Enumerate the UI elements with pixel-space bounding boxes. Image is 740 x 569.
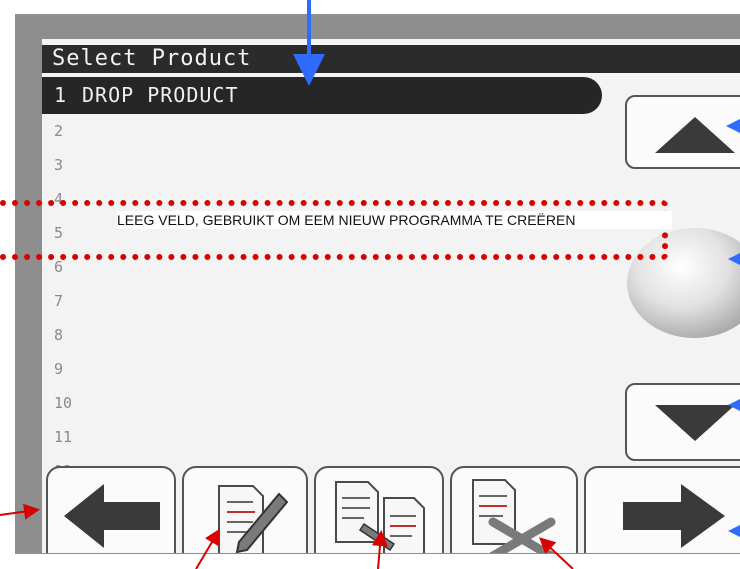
row-number: 1 <box>54 83 68 107</box>
row-number: 10 <box>54 394 73 412</box>
product-row-1[interactable]: 1 DROP PRODUCT <box>42 77 602 114</box>
row-number: 11 <box>54 428 73 446</box>
product-row-11[interactable]: 11 <box>42 420 622 454</box>
edit-button[interactable] <box>182 466 308 553</box>
product-row-8[interactable]: 8 <box>42 318 622 352</box>
row-number: 2 <box>54 122 64 140</box>
row-name: DROP PRODUCT <box>82 83 239 107</box>
delete-button[interactable] <box>450 466 578 553</box>
row-number: 8 <box>54 326 64 344</box>
product-row-3[interactable]: 3 <box>42 148 622 182</box>
screen-title: Select Product <box>42 45 740 73</box>
touch-screen: Select Product 1 DROP PRODUCT 2 3 4 5 6 7… <box>42 39 740 553</box>
back-button[interactable] <box>46 466 176 553</box>
scroll-up-button[interactable] <box>625 95 740 169</box>
row-number: 9 <box>54 360 64 378</box>
arrow-left-icon <box>64 484 160 548</box>
product-row-10[interactable]: 10 <box>42 386 622 420</box>
product-row-9[interactable]: 9 <box>42 352 622 386</box>
arrow-down-icon <box>655 405 735 441</box>
scroll-down-button[interactable] <box>625 383 740 461</box>
forward-button[interactable] <box>584 466 740 553</box>
document-copy-icon <box>335 481 425 553</box>
arrow-up-icon <box>655 117 735 153</box>
document-pencil-icon <box>218 485 289 553</box>
device-bezel: Select Product 1 DROP PRODUCT 2 3 4 5 6 7… <box>15 14 740 554</box>
annotation-text: LEEG VELD, GEBRUIKT OM EEM NIEUW PROGRAM… <box>117 211 672 229</box>
document-delete-icon <box>472 479 556 553</box>
annotation-box <box>0 200 668 260</box>
product-row-2[interactable]: 2 <box>42 114 622 148</box>
product-row-7[interactable]: 7 <box>42 284 622 318</box>
arrow-right-icon <box>623 484 725 548</box>
row-number: 3 <box>54 156 64 174</box>
product-list: 1DROP PRODUCT 2 3 4 5 6 7 8 9 10 11 12 <box>42 77 622 488</box>
copy-button[interactable] <box>314 466 444 553</box>
row-number: 7 <box>54 292 64 310</box>
